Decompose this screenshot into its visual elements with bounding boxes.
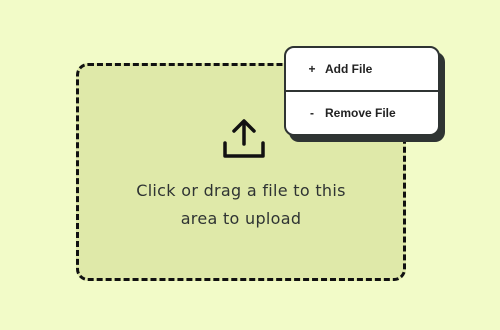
plus-icon: + bbox=[308, 62, 316, 76]
remove-file-menu-item[interactable]: - Remove File bbox=[286, 92, 438, 134]
dropzone-instructions-line-1: Click or drag a file to this bbox=[136, 181, 346, 200]
dropzone-instructions-line-2: area to upload bbox=[180, 209, 302, 228]
add-file-menu-item[interactable]: + Add File bbox=[286, 48, 438, 90]
file-context-menu: + Add File - Remove File bbox=[284, 46, 440, 136]
add-file-label: Add File bbox=[325, 62, 373, 76]
dropzone-instructions: Click or drag a file to this area to upl… bbox=[79, 177, 403, 233]
upload-icon bbox=[222, 117, 266, 161]
minus-icon: - bbox=[310, 106, 314, 120]
remove-file-label: Remove File bbox=[325, 106, 396, 120]
